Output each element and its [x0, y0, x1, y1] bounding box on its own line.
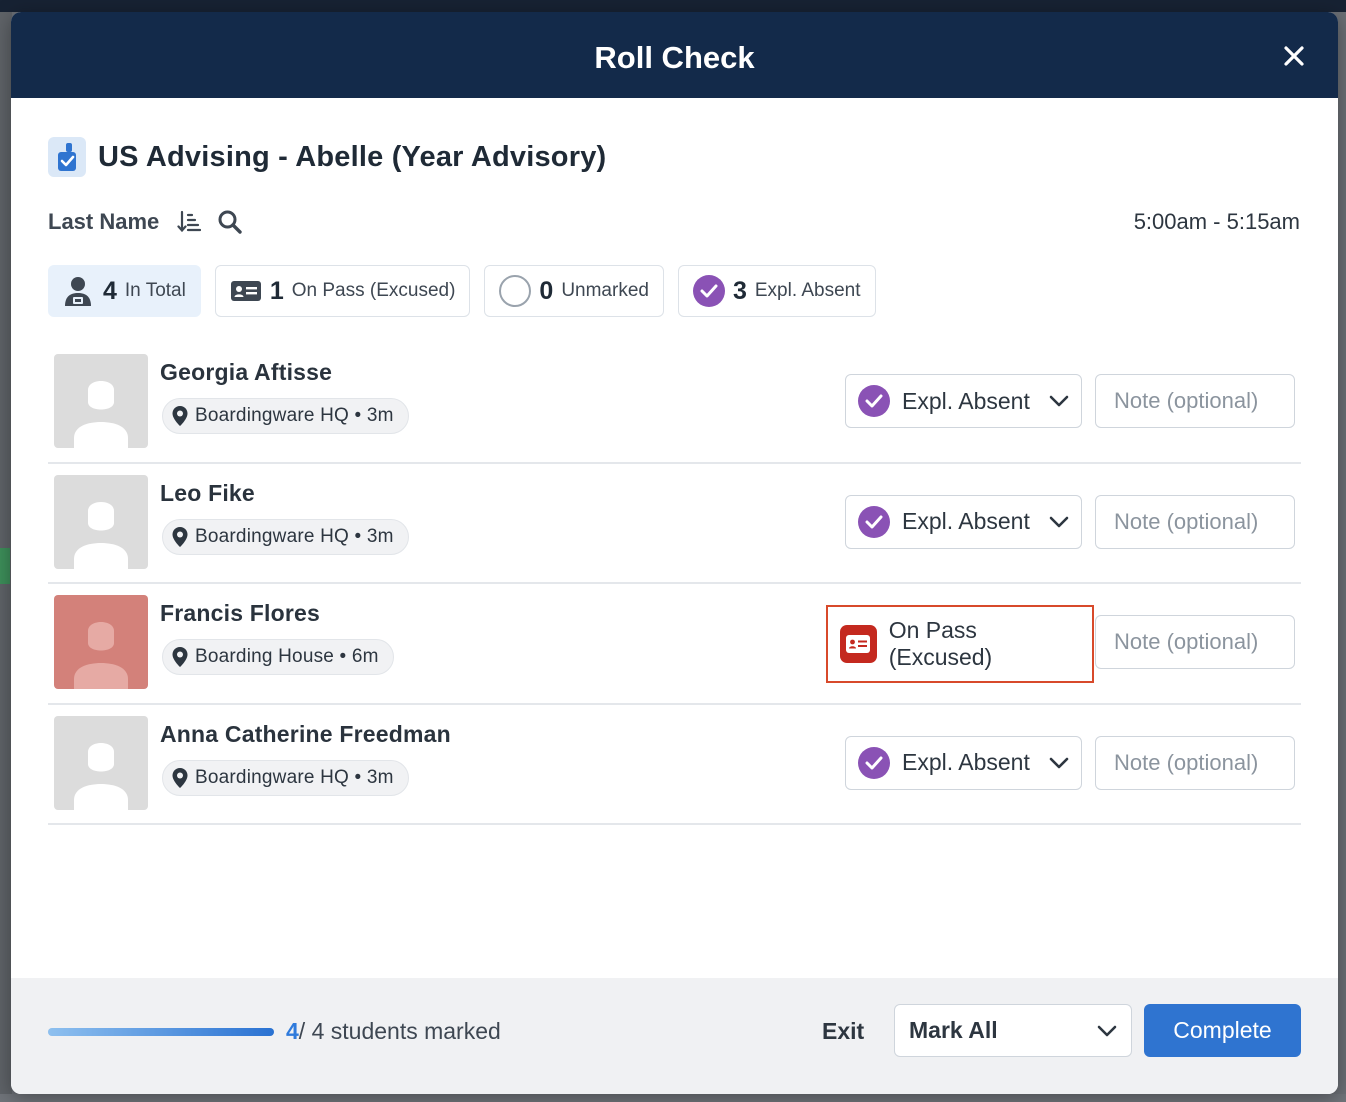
student-row: Leo Fike Boardingware HQ • 3m Expl. Abse…	[48, 464, 1301, 584]
class-title: US Advising - Abelle (Year Advisory)	[98, 140, 607, 173]
modal-footer: 4/ 4 students marked Exit Mark All Compl…	[11, 978, 1338, 1094]
time-range: 5:00am - 5:15am	[1133, 209, 1300, 234]
exit-button[interactable]: Exit	[822, 1018, 864, 1045]
map-pin-icon	[171, 767, 189, 789]
chip-in-total[interactable]: 4 In Total	[48, 265, 201, 317]
avatar	[54, 474, 148, 569]
chip-unmarked[interactable]: 0 Unmarked	[484, 265, 664, 317]
roll-check-modal: Roll Check US Advising - Abelle (Year Ad…	[11, 12, 1338, 1094]
person-placeholder-icon	[74, 381, 128, 448]
location-pill: Boardingware HQ • 3m	[162, 759, 409, 796]
student-name[interactable]: Francis Flores	[160, 600, 320, 627]
chip-label: Expl. Absent	[754, 280, 861, 301]
sort-ascending-icon[interactable]	[177, 210, 202, 234]
modal-title: Roll Check	[594, 40, 755, 75]
chip-count: 0	[539, 276, 554, 305]
chip-label: In Total	[124, 280, 186, 301]
search-icon[interactable]	[217, 209, 243, 235]
person-placeholder-icon	[74, 501, 128, 569]
status-dropdown[interactable]: Expl. Absent	[845, 494, 1082, 549]
empty-circle-icon	[499, 275, 532, 307]
note-input[interactable]	[1095, 374, 1295, 428]
student-row: Francis Flores Boarding House • 6m On Pa…	[48, 584, 1301, 705]
person-placeholder-icon	[74, 742, 128, 810]
pass-card-icon	[230, 281, 261, 301]
sort-toolbar: Last Name	[48, 207, 259, 237]
progress-text: 4/ 4 students marked	[286, 1018, 501, 1045]
mark-all-label: Mark All	[909, 1017, 998, 1043]
student-name[interactable]: Anna Catherine Freedman	[160, 721, 451, 748]
status-dropdown[interactable]: Expl. Absent	[845, 374, 1082, 428]
chip-on-pass[interactable]: 1 On Pass (Excused)	[214, 265, 471, 317]
chip-label: Unmarked	[561, 280, 649, 301]
check-circle-icon	[858, 505, 890, 538]
background-green-marker	[0, 548, 10, 584]
student-row: Georgia Aftisse Boardingware HQ • 3m Exp…	[48, 343, 1301, 464]
student-row: Anna Catherine Freedman Boardingware HQ …	[48, 705, 1301, 825]
status-dropdown[interactable]: Expl. Absent	[845, 735, 1082, 790]
location-text: Boardingware HQ • 3m	[195, 405, 394, 426]
status-label: On Pass (Excused)	[888, 617, 993, 670]
check-circle-icon	[858, 746, 890, 779]
close-button[interactable]	[1280, 42, 1308, 70]
background-topbar	[0, 0, 1346, 12]
location-pill: Boardingware HQ • 3m	[162, 518, 409, 555]
progress-done-count: 4	[286, 1018, 299, 1044]
note-input[interactable]	[1095, 735, 1295, 790]
student-name[interactable]: Georgia Aftisse	[160, 359, 332, 386]
summary-chips: 4 In Total 1 On Pass (Excused) 0 Unmarke…	[48, 265, 890, 317]
status-label: Expl. Absent	[902, 508, 1030, 534]
location-text: Boarding House • 6m	[195, 646, 379, 667]
modal-header: Roll Check	[11, 12, 1338, 98]
mark-all-dropdown[interactable]: Mark All	[894, 1004, 1132, 1057]
location-pill: Boarding House • 6m	[162, 639, 394, 675]
roll-check-icon	[48, 137, 86, 177]
student-icon	[65, 277, 91, 306]
chevron-down-icon	[1049, 395, 1069, 407]
chevron-down-icon	[1097, 1025, 1117, 1036]
chip-label: On Pass (Excused)	[291, 280, 456, 301]
avatar	[54, 715, 148, 810]
student-name[interactable]: Leo Fike	[160, 480, 255, 507]
note-input[interactable]	[1095, 615, 1295, 669]
location-text: Boardingware HQ • 3m	[195, 525, 394, 547]
check-circle-icon	[858, 385, 890, 417]
complete-button[interactable]: Complete	[1144, 1004, 1301, 1057]
location-text: Boardingware HQ • 3m	[195, 766, 394, 788]
progress-rest: / 4 students marked	[298, 1018, 501, 1044]
person-placeholder-icon	[74, 622, 128, 689]
avatar	[54, 595, 148, 689]
student-list: Georgia Aftisse Boardingware HQ • 3m Exp…	[48, 343, 1301, 825]
map-pin-icon	[171, 405, 189, 427]
pass-card-icon	[840, 625, 877, 663]
status-on-pass[interactable]: On Pass (Excused)	[826, 605, 1094, 683]
chip-count: 1	[269, 276, 284, 305]
chevron-down-icon	[1049, 516, 1069, 527]
background-bottom	[0, 1094, 1346, 1102]
progress-bar	[48, 1028, 274, 1036]
note-input[interactable]	[1095, 494, 1295, 549]
avatar	[54, 354, 148, 448]
sort-label[interactable]: Last Name	[48, 209, 159, 235]
chevron-down-icon	[1049, 757, 1069, 768]
progress-fill	[48, 1028, 274, 1036]
check-circle-icon	[692, 275, 725, 307]
class-heading: US Advising - Abelle (Year Advisory)	[48, 137, 606, 177]
chip-count: 4	[103, 276, 117, 305]
map-pin-icon	[171, 646, 189, 668]
close-icon	[1284, 46, 1304, 66]
map-pin-icon	[171, 526, 189, 548]
status-label: Expl. Absent	[902, 749, 1030, 775]
status-label: Expl. Absent	[902, 387, 1030, 414]
location-pill: Boardingware HQ • 3m	[162, 398, 409, 434]
chip-count: 3	[732, 276, 747, 305]
chip-expl-absent[interactable]: 3 Expl. Absent	[677, 265, 876, 317]
